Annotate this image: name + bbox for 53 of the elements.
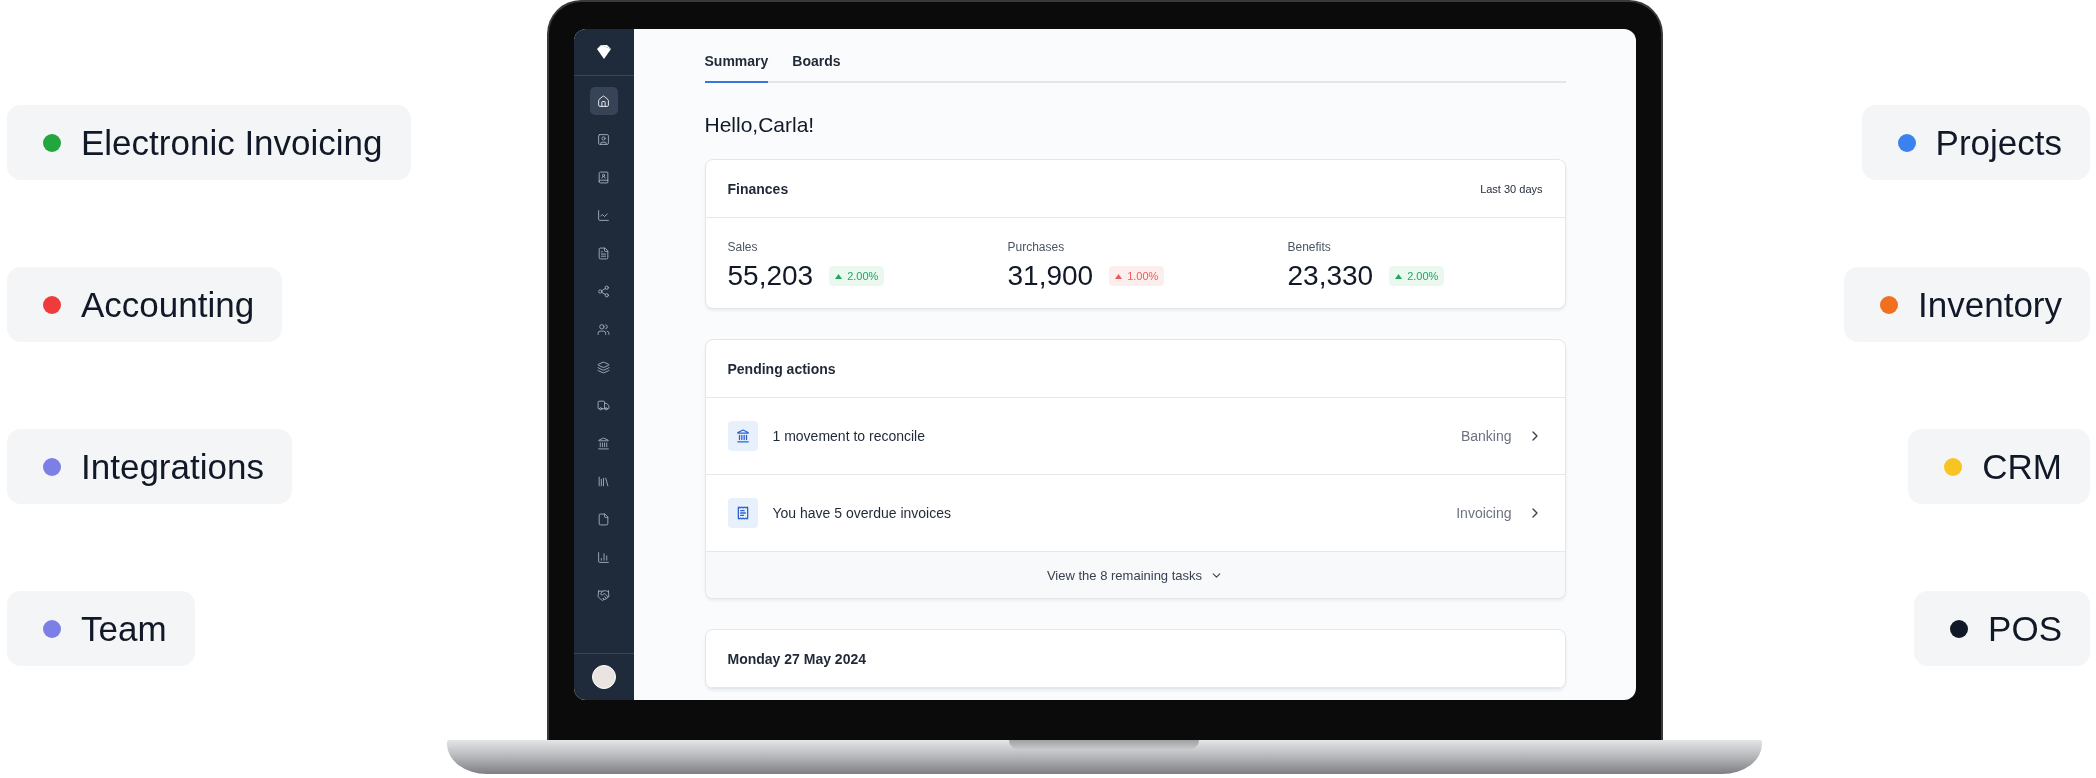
layers-icon — [597, 360, 610, 374]
document-icon — [597, 246, 610, 260]
feature-label: CRM — [1982, 446, 2062, 487]
change-badge: 2.00% — [1389, 266, 1445, 286]
bank-icon — [597, 436, 610, 450]
bar-chart-icon — [597, 550, 610, 564]
people-icon — [597, 322, 610, 336]
change-badge: 1.00% — [1109, 266, 1165, 286]
file-icon — [597, 512, 610, 526]
nav-item[interactable] — [589, 87, 618, 115]
stat-value: 31,900 — [1007, 260, 1094, 292]
stat-value: 55,203 — [727, 260, 814, 292]
feature-label: Team — [81, 608, 167, 649]
feature-label: POS — [1988, 608, 2062, 649]
tab[interactable]: Boards — [792, 53, 841, 83]
receipt-icon — [727, 498, 758, 528]
period-label: Last 30 days — [1480, 182, 1543, 195]
triangle-icon — [1395, 273, 1403, 279]
card-title: Pending actions — [727, 360, 836, 377]
view-more-bar[interactable]: View the 8 remaining tasks — [705, 552, 1565, 598]
bank-icon — [727, 421, 758, 451]
id-card-icon — [597, 132, 610, 146]
view-more-text: View the 8 remaining tasks — [1046, 567, 1203, 583]
card-title: Monday 27 May 2024 — [727, 650, 866, 667]
handshake-icon — [597, 588, 610, 602]
stat-label: Purchases — [1007, 240, 1066, 254]
feature-label: Projects — [1935, 122, 2062, 163]
stat-label: Sales — [727, 240, 759, 254]
feature-label: Electronic Invoicing — [81, 122, 383, 163]
task-text: 1 movement to reconcile — [772, 428, 927, 444]
feature-label: Accounting — [81, 284, 255, 325]
tab[interactable]: Summary — [704, 53, 769, 83]
greeting: Hello,Carla! — [704, 113, 816, 137]
truck-icon — [597, 398, 610, 412]
task-category: Invoicing — [1456, 505, 1512, 521]
pending-row[interactable]: 1 movement to reconcile Banking — [705, 398, 1565, 475]
card-title: Finances — [727, 180, 789, 197]
task-text: You have 5 overdue invoices — [772, 505, 952, 521]
logo-icon — [594, 44, 613, 60]
change-badge: 2.00% — [829, 266, 885, 286]
stat-value: 23,330 — [1287, 260, 1374, 292]
task-category: Banking — [1460, 428, 1512, 444]
stat-label: Benefits — [1287, 240, 1332, 254]
triangle-icon — [835, 273, 843, 279]
share-icon — [597, 284, 610, 298]
line-chart-icon — [597, 208, 610, 222]
home-icon — [597, 94, 610, 108]
feature-label: Inventory — [1918, 284, 2062, 325]
feature-label: Integrations — [81, 446, 264, 487]
triangle-icon — [1115, 273, 1123, 279]
books-icon — [597, 474, 610, 488]
avatar[interactable] — [591, 665, 616, 689]
contact-book-icon — [597, 170, 610, 184]
